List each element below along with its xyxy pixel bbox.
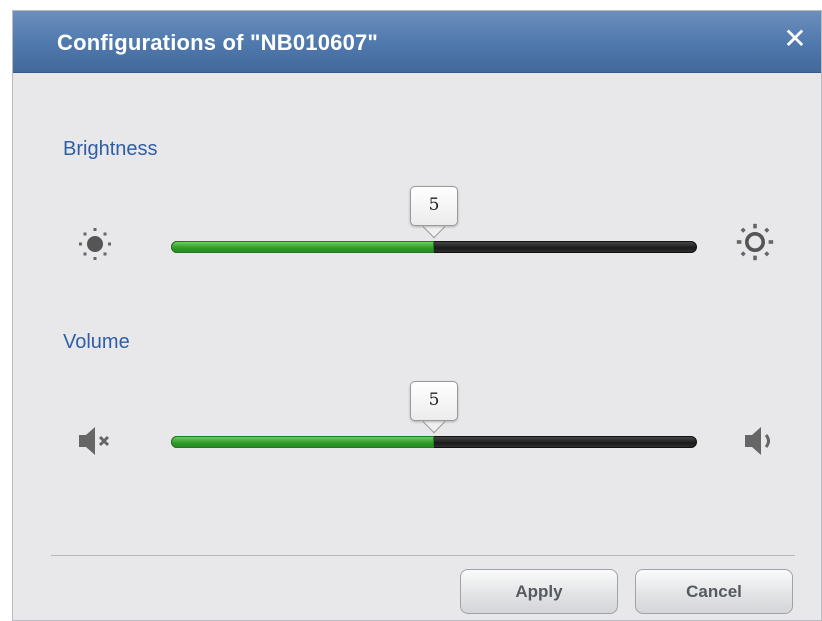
volume-high-icon [745, 427, 770, 455]
dialog-title: Configurations of "NB010607" [57, 30, 379, 55]
brightness-slider-fill [171, 241, 434, 253]
close-icon[interactable]: ✕ [781, 25, 809, 53]
sun-high-icon [736, 223, 774, 261]
brightness-slider-thumb[interactable]: 5 [410, 186, 458, 239]
volume-mute-icon [79, 427, 110, 455]
configurations-dialog: Configurations of "NB010607" ✕ Brightnes… [12, 10, 822, 621]
brightness-slider[interactable]: 5 [171, 186, 697, 253]
volume-slider-fill [171, 436, 434, 448]
volume-slider-thumb[interactable]: 5 [410, 381, 458, 434]
brightness-label: Brightness [63, 138, 158, 160]
cancel-button[interactable]: Cancel [635, 569, 793, 614]
apply-button[interactable]: Apply [460, 569, 618, 614]
dialog-titlebar: Configurations of "NB010607" ✕ [13, 11, 821, 73]
volume-value: 5 [428, 390, 440, 410]
footer-divider [51, 555, 795, 556]
volume-slider[interactable]: 5 [171, 381, 697, 448]
brightness-value: 5 [428, 195, 440, 215]
volume-label: Volume [63, 331, 130, 353]
sun-low-icon [79, 228, 111, 260]
